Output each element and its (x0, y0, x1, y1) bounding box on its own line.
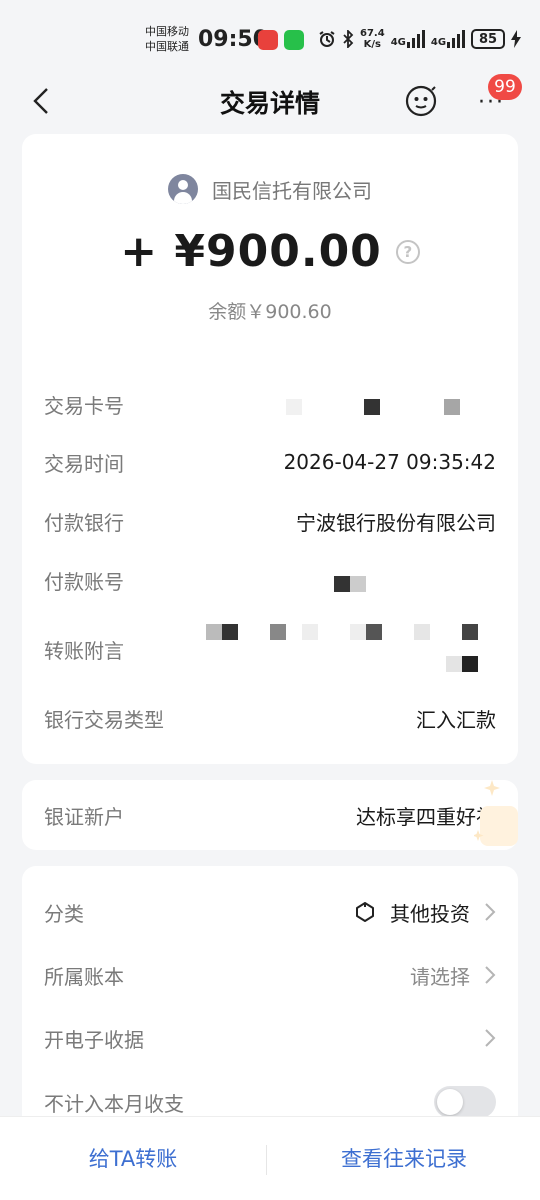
help-icon[interactable]: ? (395, 239, 420, 264)
exclude-toggle[interactable] (434, 1086, 496, 1118)
promo-card[interactable]: 银证新户 达标享四重好礼 (22, 780, 518, 850)
exclude-label: 不计入本月收支 (44, 1091, 184, 1116)
masked-note (206, 624, 222, 640)
masked-card-number (444, 399, 460, 415)
masked-note (302, 624, 318, 640)
masked-note (350, 624, 366, 640)
charging-icon (511, 30, 522, 48)
masked-note (270, 624, 286, 640)
row-bank-transaction-type: 银行交易类型 汇入汇款 (44, 698, 496, 738)
row-category[interactable]: 分类 其他投资 (44, 892, 496, 932)
shopping-app-icon (258, 30, 278, 50)
row-payer-bank: 付款银行 宁波银行股份有限公司 (44, 501, 496, 541)
masked-note (462, 656, 478, 672)
alarm-icon (319, 31, 335, 47)
row-card-number: 交易卡号 (44, 384, 496, 424)
net-type-1: 4G (390, 37, 406, 48)
bluetooth-icon (343, 30, 354, 48)
account-book-value: 请选择 (410, 964, 470, 989)
masked-note (414, 624, 430, 640)
category-label: 分类 (44, 901, 84, 926)
category-picker[interactable]: 其他投资 (354, 898, 496, 927)
signal-bars-icon (447, 30, 466, 48)
row-e-receipt[interactable]: 开电子收据 (44, 1018, 496, 1058)
net-type-2: 4G (430, 37, 447, 48)
investment-category-icon (356, 902, 374, 922)
battery-indicator: 85 (471, 29, 506, 49)
row-transaction-time: 交易时间 2026-04-27 09:35:42 (44, 442, 496, 482)
notification-badge: 99 (488, 74, 522, 100)
customer-service-face-icon[interactable] (404, 84, 438, 118)
net-speed: 67.4 K/s (360, 28, 385, 50)
sparkle-icon (474, 780, 518, 846)
row-label: 银行交易类型 (44, 707, 164, 732)
masked-card-number (364, 399, 380, 415)
status-bar: 中国移动 中国联通 09:50 67.4 K/s 4G 4G 85 (0, 0, 540, 76)
amount-row: + ¥900.00 ? (22, 226, 518, 277)
net-speed-value: 67.4 (360, 28, 385, 39)
signal-bars-icon (406, 30, 425, 48)
account-book-label: 所属账本 (44, 964, 124, 989)
transaction-card: 国民信托有限公司 + ¥900.00 ? 余额￥900.60 交易卡号 交易时间… (22, 134, 518, 764)
chevron-right-icon (485, 1029, 496, 1047)
row-label: 付款银行 (44, 510, 124, 535)
avatar (168, 174, 198, 204)
masked-note (462, 624, 478, 640)
row-value: 汇入汇款 (416, 707, 496, 732)
masked-note (446, 656, 462, 672)
masked-account (334, 576, 350, 592)
row-label: 交易卡号 (44, 393, 124, 418)
row-value: 宁波银行股份有限公司 (296, 510, 496, 535)
promo-label: 银证新户 (44, 804, 124, 829)
row-label: 交易时间 (44, 451, 124, 476)
account-book-picker[interactable]: 请选择 (410, 961, 496, 990)
net-speed-unit: K/s (363, 39, 382, 50)
page-title: 交易详情 (219, 89, 320, 118)
chevron-right-icon (485, 966, 496, 984)
carrier-2: 中国联通 (145, 40, 189, 53)
balance-text: 余额￥900.60 (208, 301, 332, 323)
row-label: 付款账号 (44, 569, 124, 594)
carrier-1: 中国移动 (145, 25, 189, 38)
view-history-button[interactable]: 查看往来记录 (268, 1143, 540, 1173)
row-account-book[interactable]: 所属账本 请选择 (44, 955, 496, 995)
masked-account (350, 576, 366, 592)
transfer-to-ta-button[interactable]: 给TA转账 (0, 1143, 266, 1173)
signal-1: 4G (391, 30, 425, 48)
signal-2: 4G (430, 30, 466, 48)
wechat-icon (284, 30, 304, 50)
masked-card-number (286, 399, 302, 415)
bottom-action-bar: 给TA转账 查看往来记录 (0, 1116, 540, 1200)
row-label: 转账附言 (44, 638, 124, 663)
divider (266, 1145, 267, 1175)
category-value: 其他投资 (390, 901, 470, 926)
promo-row[interactable]: 银证新户 达标享四重好礼 (44, 795, 496, 835)
nav-header: 交易详情 ··· (0, 76, 540, 128)
chevron-right-icon (485, 903, 496, 921)
payee-name: 国民信托有限公司 (212, 178, 372, 203)
carrier-info: 中国移动 中国联通 (145, 24, 189, 54)
row-payer-account: 付款账号 (44, 560, 496, 600)
system-icons: 67.4 K/s 4G 4G 85 (318, 24, 522, 54)
e-receipt-label: 开电子收据 (44, 1027, 144, 1052)
row-value: 2026-04-27 09:35:42 (283, 450, 496, 474)
transaction-amount: + ¥900.00 (120, 226, 382, 277)
masked-note (366, 624, 382, 640)
payee: 国民信托有限公司 (22, 174, 518, 204)
masked-note (222, 624, 238, 640)
